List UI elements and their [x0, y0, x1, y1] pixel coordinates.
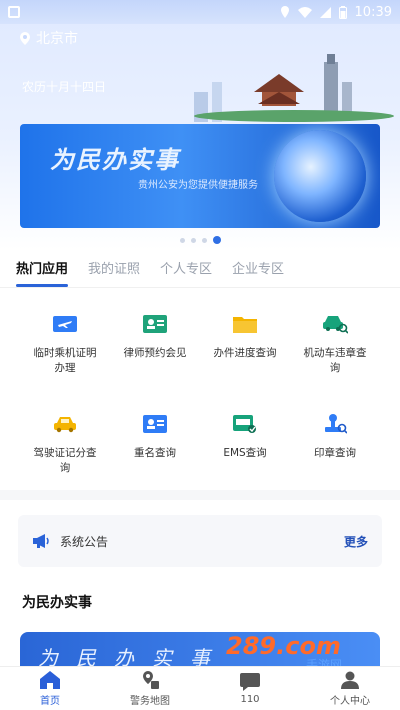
tab-my-licenses[interactable]: 我的证照 [88, 258, 140, 277]
city-selector[interactable]: 北京市 [20, 28, 78, 48]
banner-title: 为民办实事 [50, 146, 180, 174]
chat-icon [240, 672, 260, 692]
status-bar: 10:39 [0, 0, 400, 24]
stamp-icon [321, 410, 349, 438]
banner-subtitle: 贵州公安为您提供便捷服务 [138, 180, 258, 191]
app-progress-query[interactable]: 办件进度查询 [200, 300, 290, 376]
nav-profile[interactable]: 个人中心 [300, 667, 400, 710]
app-label: 律师预约会见 [123, 347, 187, 359]
app-seal-query[interactable]: 印章查询 [290, 400, 380, 476]
nav-label: 个人中心 [330, 696, 370, 707]
home-icon [40, 670, 60, 690]
notice-label: 系统公告 [60, 534, 109, 549]
category-tabs: 热门应用 我的证照 个人专区 企业专区 [16, 258, 284, 287]
app-label: 印章查询 [314, 447, 356, 459]
carousel-indicator [180, 236, 221, 244]
carousel-banner[interactable]: 为民办实事 贵州公安为您提供便捷服务 [20, 124, 380, 228]
app-grid: 临时乘机证明办理 律师预约会见 办件进度查询 机动车违章查询 驾驶证记分查询 重… [20, 300, 380, 476]
app-flight-cert[interactable]: 临时乘机证明办理 [20, 300, 110, 376]
tab-personal[interactable]: 个人专区 [160, 258, 212, 277]
nav-label: 110 [240, 694, 260, 705]
app-license-points[interactable]: 驾驶证记分查询 [20, 400, 110, 476]
status-time: 10:39 [354, 4, 392, 20]
nav-police-map[interactable]: 警务地图 [100, 667, 200, 710]
person-icon [340, 670, 360, 690]
section-title: 为民办实事 [22, 595, 92, 611]
app-label: 机动车违章查询 [303, 347, 367, 374]
nav-label: 警务地图 [130, 696, 170, 707]
notice-more-link[interactable]: 更多 [344, 533, 368, 550]
section-divider [0, 490, 400, 500]
id-card-icon [141, 410, 169, 438]
lawyer-card-icon [141, 310, 169, 338]
city-label: 北京市 [36, 31, 78, 47]
ems-icon [231, 410, 259, 438]
lunar-date: 农历十月十四日 [22, 80, 107, 94]
nav-110[interactable]: 110 [200, 667, 300, 710]
carousel-dot[interactable] [180, 237, 185, 243]
carousel-dot[interactable] [191, 237, 196, 243]
map-pin-icon [140, 670, 160, 690]
nav-home[interactable]: 首页 [0, 667, 100, 710]
app-label: 重名查询 [134, 447, 176, 459]
tab-hot-apps[interactable]: 热门应用 [16, 258, 69, 287]
app-label: 驾驶证记分查询 [33, 447, 97, 474]
location-pin-icon [20, 31, 30, 45]
bottom-navigation: 首页 警务地图 110 个人中心 [0, 666, 400, 710]
app-name-query[interactable]: 重名查询 [110, 400, 200, 476]
tabs-divider [0, 287, 400, 288]
app-lawyer-appointment[interactable]: 律师预约会见 [110, 300, 200, 376]
wifi-icon [297, 6, 312, 18]
app-vehicle-violation[interactable]: 机动车违章查询 [290, 300, 380, 376]
notification-icon [8, 6, 20, 18]
system-notice-bar[interactable]: 系统公告 更多 [18, 515, 382, 567]
megaphone-icon [33, 534, 49, 548]
carousel-dot[interactable] [202, 237, 207, 243]
signal-icon [319, 6, 331, 18]
app-label: 临时乘机证明办理 [33, 347, 97, 374]
car-search-icon [321, 310, 349, 338]
carousel-dot-active[interactable] [213, 236, 221, 244]
globe-illustration [274, 130, 366, 222]
flight-cert-icon [51, 310, 79, 338]
app-label: EMS查询 [223, 447, 267, 459]
location-status-icon [280, 6, 289, 18]
battery-icon [338, 5, 347, 19]
nav-label: 首页 [40, 696, 60, 707]
car-icon [51, 410, 79, 438]
folder-icon [231, 310, 259, 338]
tab-enterprise[interactable]: 企业专区 [232, 258, 284, 277]
city-skyline-illustration [194, 54, 394, 122]
app-label: 办件进度查询 [213, 347, 277, 359]
app-ems-query[interactable]: EMS查询 [200, 400, 290, 476]
